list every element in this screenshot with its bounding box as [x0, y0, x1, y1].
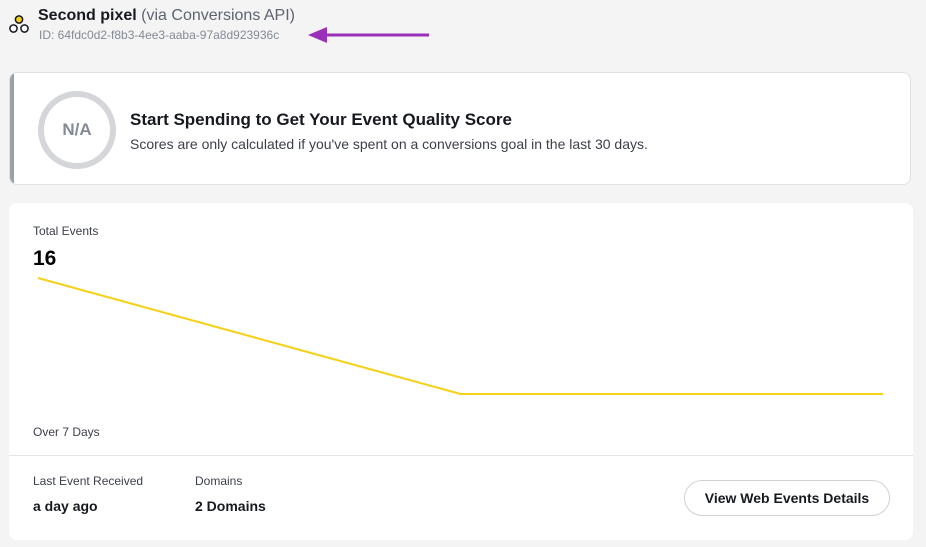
events-series-line — [37, 277, 883, 395]
event-quality-card: N/A Start Spending to Get Your Event Qua… — [9, 72, 911, 185]
total-events-value: 16 — [33, 247, 57, 270]
pixel-name: Second pixel — [38, 7, 137, 24]
quality-score-title: Start Spending to Get Your Event Quality… — [130, 110, 512, 129]
total-events-label: Total Events — [33, 224, 99, 238]
last-event-label: Last Event Received — [33, 474, 144, 488]
pixel-icon — [9, 15, 29, 33]
divider — [9, 455, 913, 456]
annotation-arrow-icon — [308, 27, 429, 43]
quality-score-value: N/A — [62, 120, 92, 139]
quality-score-subtitle: Scores are only calculated if you've spe… — [130, 136, 648, 152]
card-accent-bar — [10, 73, 14, 184]
domains-label: Domains — [195, 474, 243, 488]
pixel-source: (via Conversions API) — [141, 7, 295, 24]
quality-score-ring: N/A — [38, 91, 116, 169]
pixel-id: ID: 64fdc0d2-f8b3-4ee3-aaba-97a8d923936c — [39, 28, 280, 42]
events-line-chart — [37, 277, 883, 395]
domains-value: 2 Domains — [195, 498, 266, 514]
last-event-value: a day ago — [33, 498, 98, 514]
view-web-events-details-button[interactable]: View Web Events Details — [684, 480, 890, 516]
period-label: Over 7 Days — [33, 425, 100, 439]
events-card: Total Events 16 Over 7 Days Last Event R… — [9, 203, 913, 540]
pixel-title: Second pixel (via Conversions API) — [38, 7, 295, 25]
pixel-header: Second pixel (via Conversions API) ID: 6… — [8, 6, 908, 46]
